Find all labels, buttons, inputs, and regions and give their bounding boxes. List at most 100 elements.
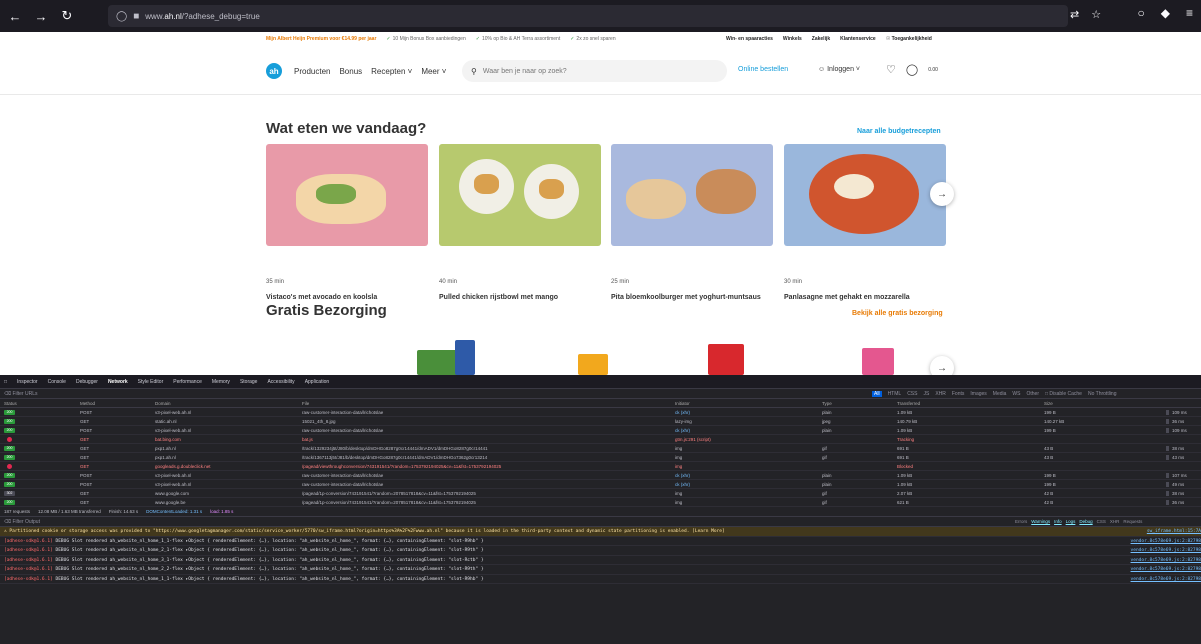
console-warning-row[interactable]: ⚠ Partitioned cookie or storage access w… bbox=[0, 527, 1201, 537]
trash-icon[interactable]: ⌫ bbox=[4, 391, 11, 397]
recipe-card[interactable]: 35 min Vistaco's met avocado en koolsla bbox=[266, 144, 428, 301]
filter-type-ws[interactable]: WS bbox=[1012, 391, 1020, 397]
product-image[interactable] bbox=[708, 344, 744, 375]
network-row[interactable]: 200 GET pxp1.ah.nl/track/1329234j5t/J80/b/… bbox=[0, 444, 1201, 453]
filter-type-xhr[interactable]: XHR bbox=[935, 391, 946, 397]
column-initiator[interactable]: Initiator bbox=[675, 401, 690, 406]
ah-logo[interactable]: ah bbox=[266, 63, 282, 79]
util-link-klantenservice[interactable]: Klantenservice bbox=[840, 36, 876, 42]
network-row[interactable]: 200 GET static.ah.nl 15021_4th_8.jpg lazy-im… bbox=[0, 417, 1201, 426]
console-filter-input[interactable]: Filter Output bbox=[12, 519, 40, 525]
back-arrow-icon[interactable]: ← bbox=[4, 5, 26, 27]
url-bar[interactable]: ◯ ■ www. ah.nl/?adhese_debug=true bbox=[108, 5, 1068, 27]
network-row[interactable]: 200 GET pxp1.ah.nl/track/1367113j5t/J81/b/… bbox=[0, 453, 1201, 462]
console-logs-toggle[interactable]: Logs bbox=[1066, 519, 1076, 524]
console-source-link[interactable]: vendor.8c578e69.js:2:82798 bbox=[1130, 555, 1201, 565]
tab-accessibility[interactable]: Accessibility bbox=[267, 379, 294, 385]
network-row[interactable]: GET bat.bing.com bat.js gtm.js:291 (script)… bbox=[0, 435, 1201, 444]
nav-producten[interactable]: Producten bbox=[294, 67, 330, 76]
network-row[interactable]: 200 POST v3-pixel-web.ah.nl raw-customer-in… bbox=[0, 426, 1201, 435]
product-image[interactable] bbox=[578, 354, 608, 375]
console-xhr-toggle[interactable]: XHR bbox=[1110, 519, 1120, 524]
tab-debugger[interactable]: Debugger bbox=[76, 379, 98, 385]
search-input[interactable]: ⚲ Waar ben je naar op zoek? bbox=[462, 60, 727, 82]
recipe-card[interactable]: 25 min Pita bloemkoolburger met yoghurt-… bbox=[611, 144, 773, 301]
filter-type-html[interactable]: HTML bbox=[888, 391, 902, 397]
online-bestellen-link[interactable]: Online bestellen bbox=[738, 66, 788, 73]
premium-link[interactable]: Mijn Albert Heijn Premium voor €14.99 pe… bbox=[266, 36, 376, 42]
util-link-zakelijk[interactable]: Zakelijk bbox=[812, 36, 830, 42]
console-warnings-toggle[interactable]: Warnings bbox=[1031, 519, 1050, 524]
tab-memory[interactable]: Memory bbox=[212, 379, 230, 385]
product-image[interactable] bbox=[455, 340, 475, 375]
column-file[interactable]: File bbox=[302, 401, 309, 406]
filter-urls-input[interactable]: Filter URLs bbox=[12, 391, 37, 397]
console-source-link[interactable]: vendor.8c578e69.js:2:82798 bbox=[1130, 536, 1201, 546]
filter-type-other[interactable]: Other bbox=[1026, 391, 1039, 397]
column-domain[interactable]: Domain bbox=[155, 401, 171, 406]
heart-icon[interactable]: ♡ bbox=[886, 63, 896, 76]
console-debug-toggle[interactable]: Debug bbox=[1079, 519, 1092, 524]
console-debug-row[interactable]: [adhese-sdk@1.6.1] DEBUG Slot rendered a… bbox=[0, 546, 1201, 556]
console-source-link[interactable]: vendor.8c578e69.js:2:82798 bbox=[1130, 546, 1201, 555]
filter-type-images[interactable]: Images bbox=[970, 391, 986, 397]
console-css-toggle[interactable]: CSS bbox=[1097, 519, 1106, 524]
recipe-card[interactable]: 30 min Panlasagne met gehakt en mozzarel… bbox=[784, 144, 946, 301]
column-status[interactable]: Status bbox=[4, 401, 17, 406]
product-image[interactable] bbox=[862, 348, 894, 375]
login-button[interactable]: ☺ Inloggen ˅ bbox=[818, 66, 860, 73]
filter-type-media[interactable]: Media bbox=[993, 391, 1007, 397]
trash-icon[interactable]: ⌫ bbox=[4, 519, 11, 525]
network-row[interactable]: 200 POST v3-pixel-web.ah.nl raw-customer-in… bbox=[0, 480, 1201, 489]
devtools-picker-icon[interactable]: □ bbox=[4, 379, 7, 385]
bookmark-star-icon[interactable]: ☆ bbox=[1091, 8, 1101, 21]
forward-arrow-icon[interactable]: → bbox=[30, 5, 52, 27]
tab-performance[interactable]: Performance bbox=[173, 379, 202, 385]
reload-icon[interactable]: ↻ bbox=[56, 5, 78, 27]
tab-network[interactable]: Network bbox=[108, 379, 128, 385]
column-type[interactable]: Type bbox=[822, 401, 832, 406]
console-info-toggle[interactable]: Info bbox=[1054, 519, 1062, 524]
console-requests-toggle[interactable]: Requests bbox=[1123, 519, 1142, 524]
nav-recepten[interactable]: Recepten ˅ bbox=[371, 67, 412, 76]
filter-type-js[interactable]: JS bbox=[923, 391, 929, 397]
translate-icon[interactable]: ⇄ bbox=[1070, 8, 1079, 21]
pocket-icon[interactable]: ○ bbox=[1138, 6, 1145, 20]
console-debug-row[interactable]: [adhese-sdk@1.6.1] DEBUG Slot rendered a… bbox=[0, 574, 1201, 584]
nav-bonus[interactable]: Bonus bbox=[339, 67, 362, 76]
column-method[interactable]: Method bbox=[80, 401, 95, 406]
throttling-select[interactable]: No Throttling bbox=[1088, 391, 1117, 397]
console-debug-row[interactable]: [adhese-sdk@1.6.1] DEBUG Slot rendered a… bbox=[0, 555, 1201, 565]
tab-style-editor[interactable]: Style Editor bbox=[138, 379, 164, 385]
disable-cache-checkbox[interactable]: □ Disable Cache bbox=[1045, 391, 1082, 397]
recipe-card[interactable]: 40 min Pulled chicken rijstbowl met mang… bbox=[439, 144, 601, 301]
column-transferred[interactable]: Transferred bbox=[897, 401, 920, 406]
tab-inspector[interactable]: Inspector bbox=[17, 379, 38, 385]
network-row[interactable]: 200 POST v3-pixel-web.ah.nl raw-customer-in… bbox=[0, 408, 1201, 417]
all-recipes-link[interactable]: Naar alle budgetrecepten bbox=[857, 128, 941, 135]
column-size[interactable]: Size bbox=[1044, 401, 1053, 406]
console-errors-toggle[interactable]: Errors bbox=[1015, 519, 1027, 524]
carousel-next-button[interactable]: → bbox=[930, 356, 954, 375]
console-source-link[interactable]: vendor.8c578e69.js:2:82798 bbox=[1130, 574, 1201, 584]
console-source-link[interactable]: sw_iframe.html:15:7A bbox=[1146, 527, 1201, 536]
util-link-acties[interactable]: Win- en spaaracties bbox=[726, 36, 773, 42]
nav-meer[interactable]: Meer ˅ bbox=[421, 67, 446, 76]
tab-storage[interactable]: Storage bbox=[240, 379, 258, 385]
extensions-icon[interactable]: ◆ bbox=[1161, 6, 1170, 20]
tab-application[interactable]: Application bbox=[305, 379, 329, 385]
filter-type-all[interactable]: All bbox=[872, 391, 882, 397]
util-link-toegankelijkheid[interactable]: ☉ Toegankelijkheid bbox=[886, 36, 932, 42]
menu-icon[interactable]: ≡ bbox=[1186, 6, 1193, 20]
network-row[interactable]: 302 GET www.google.com/pagead/1p-conversio… bbox=[0, 489, 1201, 498]
console-debug-row[interactable]: [adhese-sdk@1.6.1] DEBUG Slot rendered a… bbox=[0, 565, 1201, 575]
util-link-winkels[interactable]: Winkels bbox=[783, 36, 802, 42]
filter-type-css[interactable]: CSS bbox=[907, 391, 917, 397]
cart-icon[interactable]: ◯ bbox=[906, 63, 918, 76]
filter-type-fonts[interactable]: Fonts bbox=[952, 391, 965, 397]
console-debug-row[interactable]: [adhese-sdk@1.6.1] DEBUG Slot rendered a… bbox=[0, 536, 1201, 546]
network-row[interactable]: 200 POST v3-pixel-web.ah.nl raw-customer-in… bbox=[0, 471, 1201, 480]
network-row[interactable]: 200 GET www.google.be/pagead/1p-conversion… bbox=[0, 498, 1201, 507]
console-source-link[interactable]: vendor.8c578e69.js:2:82798 bbox=[1130, 565, 1201, 574]
carousel-next-button[interactable]: → bbox=[930, 182, 954, 206]
